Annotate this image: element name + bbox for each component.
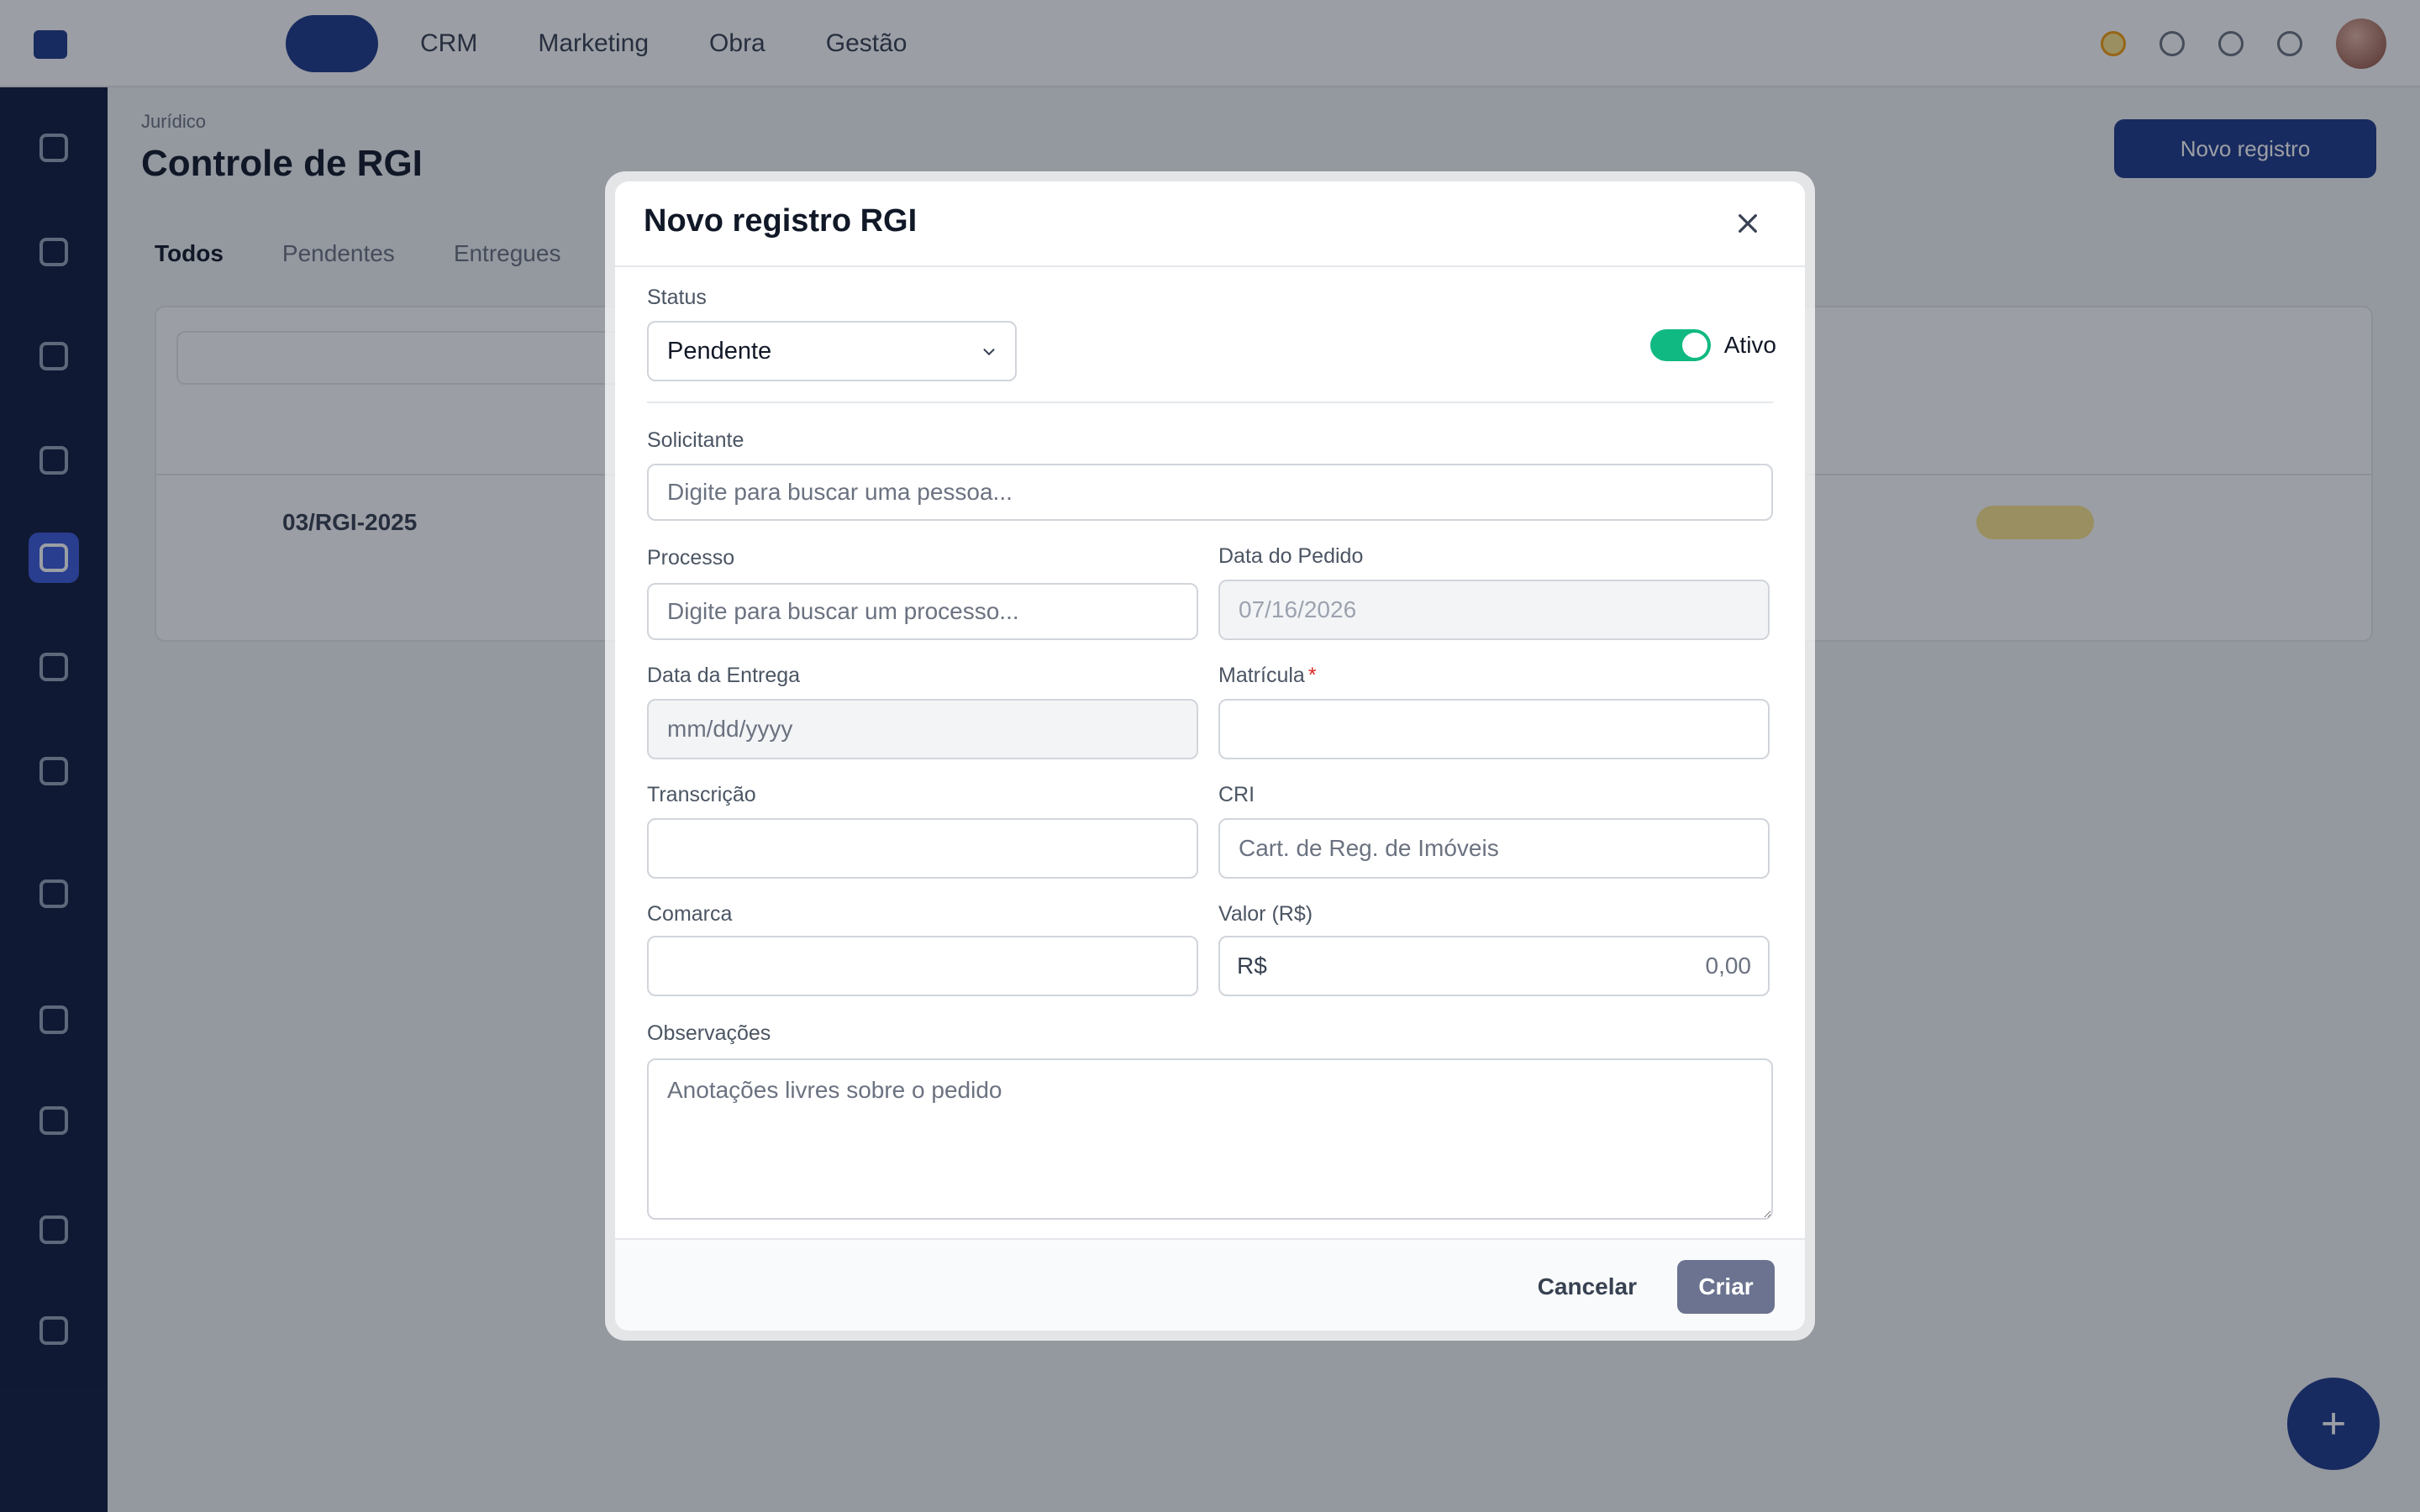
create-button[interactable]: Criar — [1677, 1260, 1775, 1314]
processo-input[interactable] — [647, 583, 1198, 640]
required-marker: * — [1307, 664, 1317, 687]
valor-field: R$ — [1218, 936, 1770, 996]
chevron-down-icon — [983, 349, 995, 356]
toggle-knob — [1681, 333, 1707, 358]
observacoes-label: Observações — [647, 1021, 771, 1045]
modal-title: Novo registro RGI — [644, 203, 918, 239]
modal-header: Novo registro RGI — [615, 181, 1805, 267]
status-select[interactable]: Pendente — [647, 321, 1017, 381]
processo-label: Processo — [647, 546, 735, 570]
new-rgi-modal: Novo registro RGI Status Pendente Ativo … — [615, 181, 1805, 1331]
matricula-label: Matrícula — [1218, 664, 1305, 687]
observacoes-textarea[interactable] — [647, 1058, 1773, 1220]
matricula-input[interactable] — [1218, 699, 1770, 759]
data-entrega-label: Data da Entrega — [647, 664, 801, 687]
solicitante-label: Solicitante — [647, 428, 744, 452]
comarca-label: Comarca — [647, 902, 733, 926]
modal-footer: Cancelar Criar — [615, 1238, 1805, 1331]
cri-label: CRI — [1218, 783, 1255, 806]
section-divider — [647, 402, 1773, 403]
matricula-label-group: Matrícula * — [1218, 664, 1317, 688]
status-label: Status — [647, 286, 707, 309]
active-label: Ativo — [1723, 332, 1776, 358]
transcricao-input[interactable] — [647, 818, 1198, 879]
active-toggle[interactable] — [1649, 329, 1711, 361]
transcricao-label: Transcrição — [647, 783, 756, 806]
cancel-button[interactable]: Cancelar — [1521, 1260, 1654, 1314]
active-toggle-group: Ativo — [1649, 329, 1776, 361]
valor-input[interactable] — [1266, 953, 1751, 979]
cri-input[interactable] — [1218, 818, 1770, 879]
currency-prefix: R$ — [1237, 953, 1267, 979]
data-entrega-input[interactable] — [647, 699, 1198, 759]
data-pedido-input — [1218, 580, 1770, 640]
status-select-value: Pendente — [667, 337, 772, 365]
data-pedido-label: Data do Pedido — [1218, 544, 1364, 568]
close-icon — [1739, 214, 1757, 233]
comarca-input[interactable] — [647, 936, 1198, 996]
solicitante-input[interactable] — [647, 464, 1773, 521]
valor-label: Valor (R$) — [1218, 902, 1313, 926]
close-button[interactable] — [1731, 207, 1765, 240]
